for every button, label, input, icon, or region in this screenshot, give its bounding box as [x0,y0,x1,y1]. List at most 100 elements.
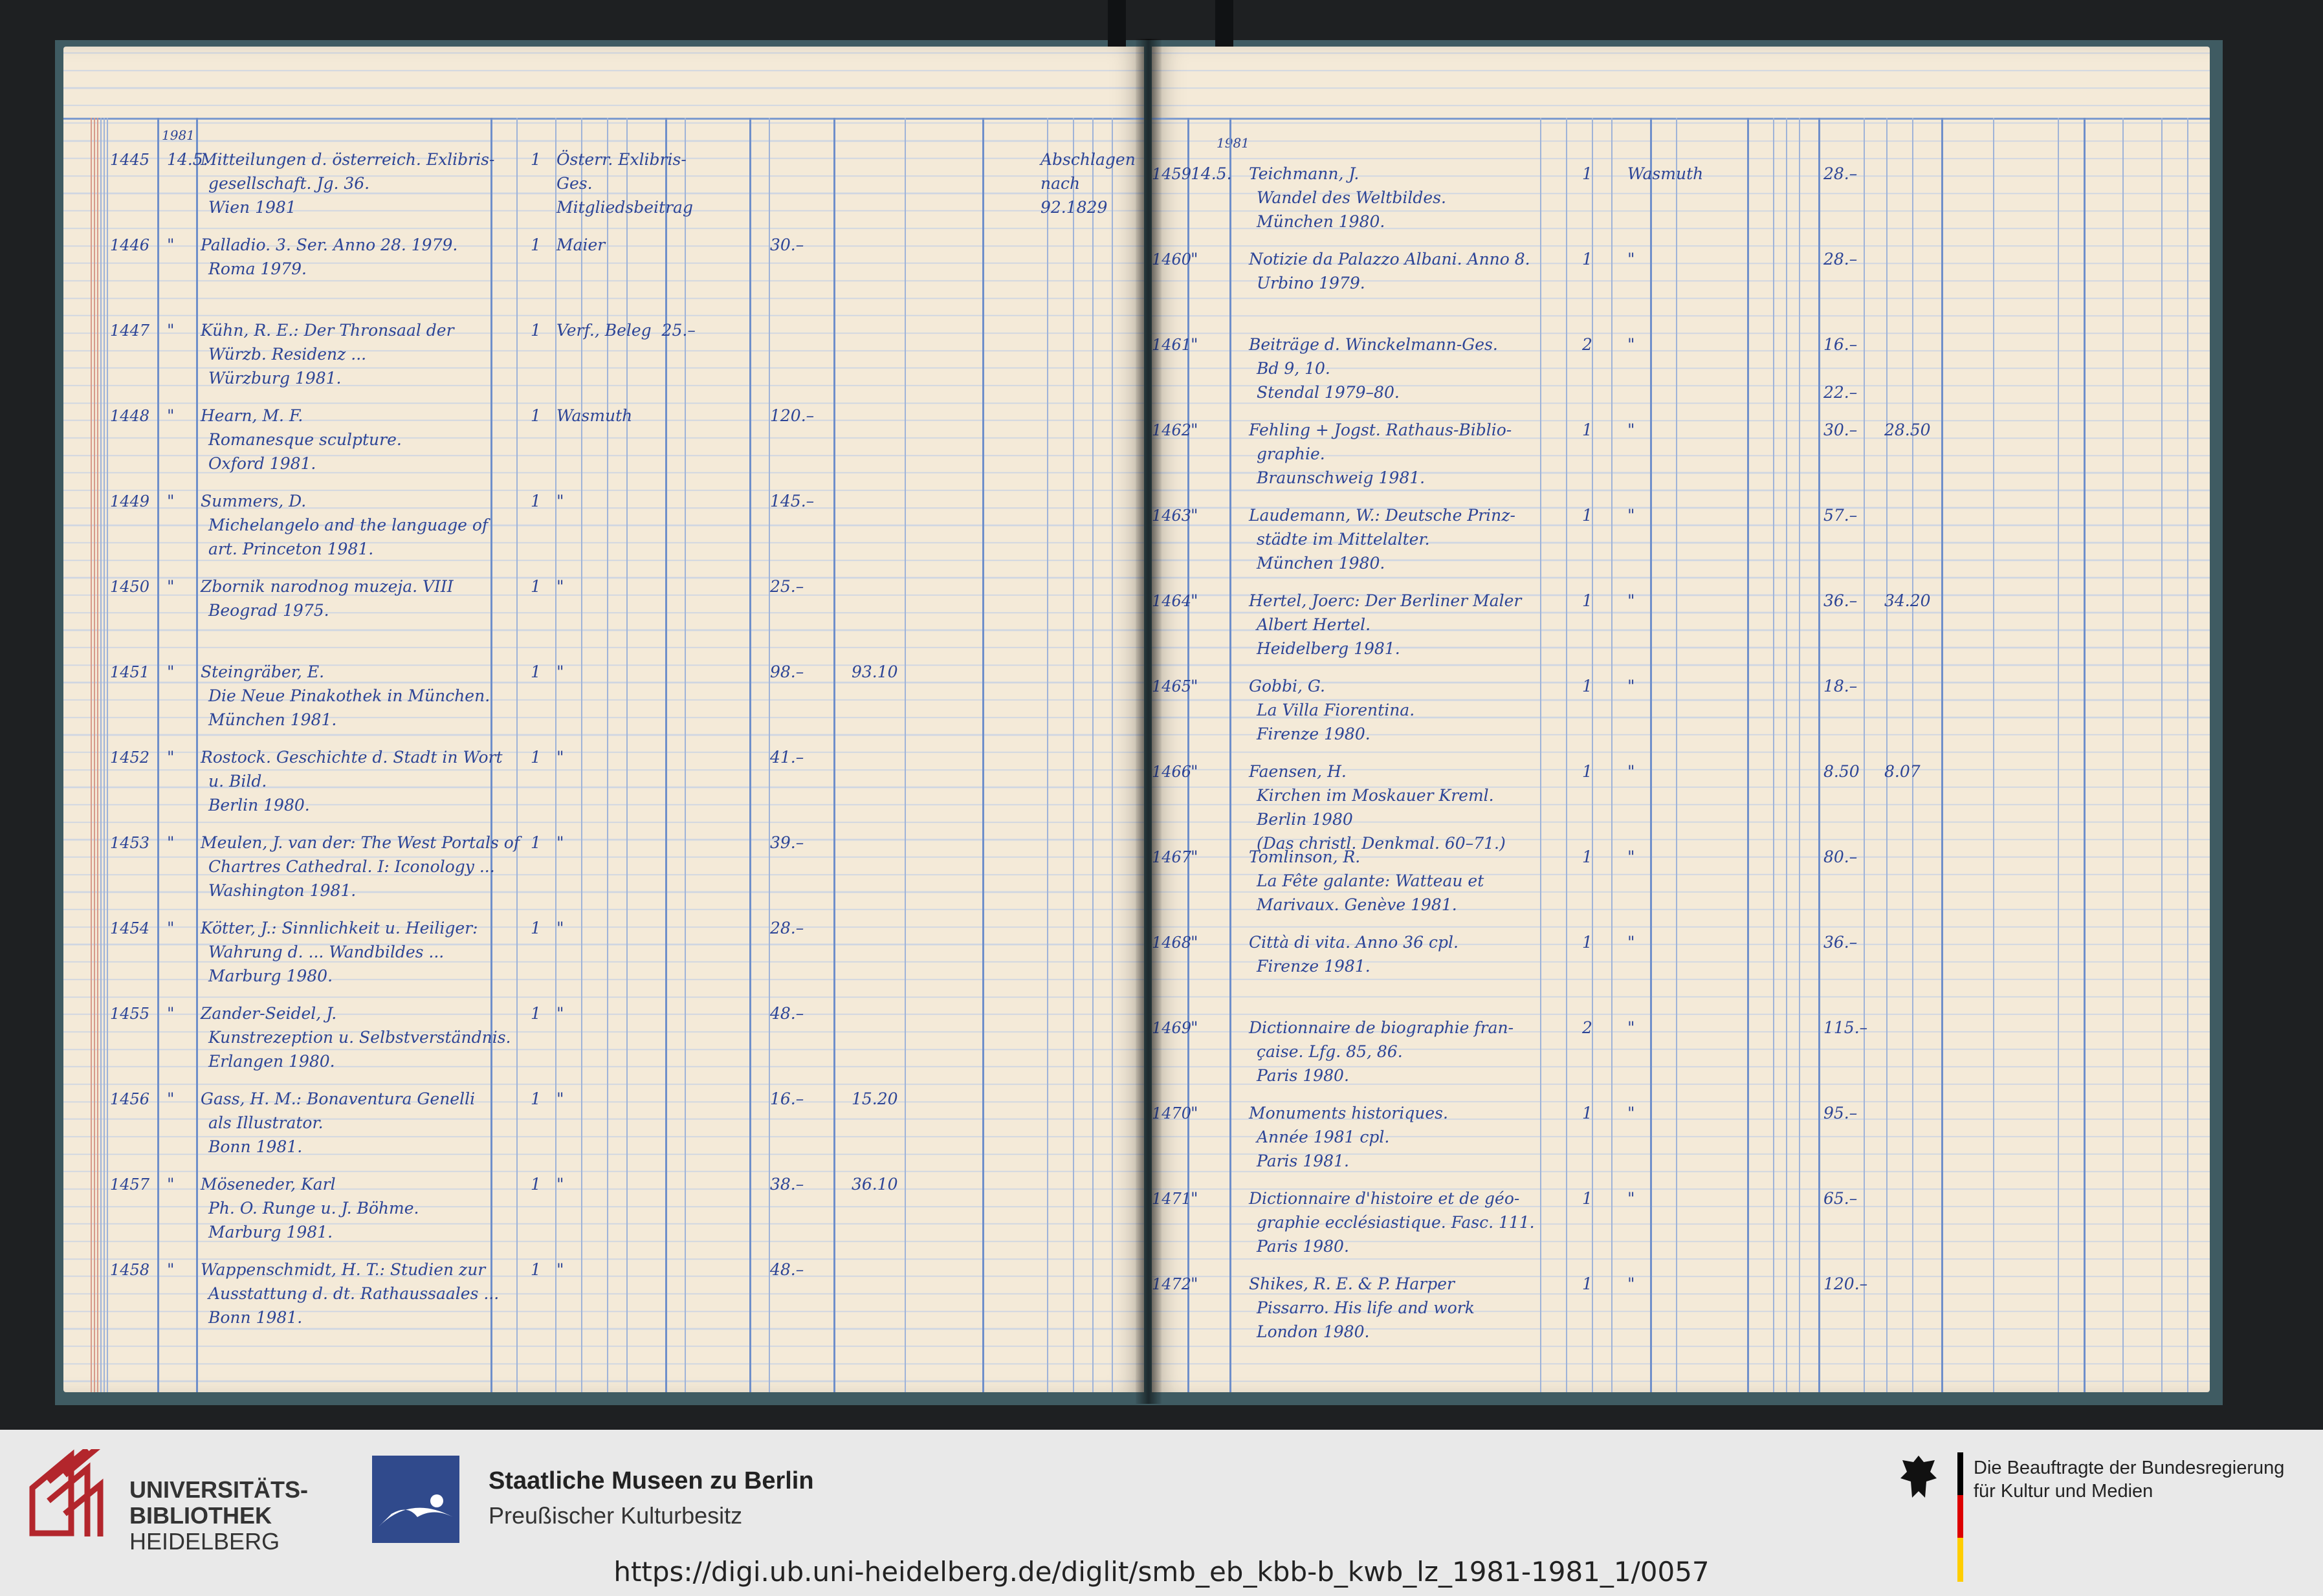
entry-title-line: Mitteilungen d. österreich. Exlibris- [201,150,495,169]
column-rule [982,118,984,1392]
footer-bar: UNIVERSITÄTS- BIBLIOTHEK HEIDELBERG Staa… [0,1430,2323,1596]
entry-title-line: Wien 1981 [208,198,296,217]
entry-net-price: 36.10 [852,1175,898,1194]
bkm-logo-line1: Die Beauftragte der Bundesregierung [1974,1458,2285,1478]
entry-quantity: 1 [531,577,541,596]
entry-title-line: München 1980. [1257,554,1385,573]
entry-quantity: 2 [1582,335,1592,354]
entry-supplier: " [1627,421,1635,439]
entry-price: 98.– [770,662,804,681]
entry-title-line: Notizie da Palazzo Albani. Anno 8. [1249,250,1530,268]
entry-date: " [167,833,175,852]
entry-title-line: Kunstrezeption u. Selbstverständnis. [208,1028,511,1047]
entry-date: " [167,235,175,254]
entry-remark: nach [1040,174,1081,193]
column-rule [626,118,628,1392]
entry-title-line: Oxford 1981. [208,454,316,473]
column-rule [833,118,835,1392]
entry-title-line: Faensen, H. [1249,762,1347,781]
entry-supplier: Mitgliedsbeitrag [556,198,693,217]
entry-date: " [167,748,175,767]
entry-supplier: " [556,748,564,767]
entry-price: 120.– [770,406,815,425]
entry-date: " [167,662,175,681]
entry-quantity: 1 [1582,1189,1592,1208]
entry-title-line: Erlangen 1980. [208,1052,335,1071]
entry-price: 41.– [770,748,804,767]
entry-title-line: Washington 1981. [208,881,357,900]
entry-title-line: Teichmann, J. [1249,164,1360,183]
entry-title-line: gesellschaft. Jg. 36. [208,174,370,193]
entry-date: " [1191,933,1198,952]
entry-title-line: Steingräber, E. [201,662,325,681]
column-rule [196,118,198,1392]
column-rule [1566,118,1567,1392]
column-rule [1092,118,1094,1392]
entry-supplier: Maier [556,235,606,254]
entry-supplier: Wasmuth [556,406,633,425]
entry-title-line: Dictionnaire d'histoire et de géo- [1249,1189,1520,1208]
column-rule [1941,118,1943,1392]
entry-quantity: 1 [1582,1104,1592,1122]
entry-title-line: Beograd 1975. [208,601,329,620]
entry-quantity: 1 [531,235,541,254]
entry-title-line: Ph. O. Runge u. J. Böhme. [208,1199,419,1218]
entry-title-line: Fehling + Jogst. Rathaus-Biblio- [1249,421,1512,439]
entry-supplier: " [556,577,564,596]
entry-title-line: Bonn 1981. [208,1137,303,1156]
entry-net-price: 34.20 [1884,591,1931,610]
entry-price: 39.– [770,833,804,852]
entry-number: 1455 [110,1005,150,1023]
entry-date: " [167,1089,175,1108]
entry-quantity: 1 [1582,677,1592,695]
entry-quantity: 2 [1582,1018,1592,1037]
entry-price: 22.– [1823,383,1858,402]
column-rule [1993,118,1994,1392]
entry-price: 25.– [770,577,804,596]
entry-supplier: " [556,919,564,937]
entry-supplier: " [1627,677,1635,695]
entry-quantity: 1 [531,919,541,937]
entry-date: " [1191,677,1198,695]
column-rule [1229,118,1231,1392]
entry-price: 28.– [1823,164,1858,183]
ub-logo-line1: UNIVERSITÄTS- [129,1476,309,1503]
source-url[interactable]: https://digi.ub.uni-heidelberg.de/diglit… [0,1556,2323,1588]
entry-supplier: " [556,492,564,510]
federal-eagle-icon [1900,1456,1937,1498]
entry-net-price: 93.10 [852,662,898,681]
column-rule [581,118,582,1392]
entry-title-line: Kötter, J.: Sinnlichkeit u. Heiliger: [201,919,478,937]
smb-logo[interactable]: Staatliche Museen zu Berlin Preußischer … [372,1456,890,1553]
entry-title-line: Würzb. Residenz ... [208,345,367,364]
entry-title-line: Stendal 1979–80. [1257,383,1400,402]
entry-quantity: 1 [1582,1274,1592,1293]
entry-title-line: Würzburg 1981. [208,369,342,388]
ub-logo-line3: HEIDELBERG [129,1528,280,1555]
entry-title-line: städte im Mittelalter. [1257,530,1430,549]
column-rule [91,118,92,1392]
entry-price: 80.– [1823,847,1858,866]
entry-title-line: München 1981. [208,710,337,729]
entry-title-line: Wappenschmidt, H. T.: Studien zur [201,1260,486,1279]
entry-title-line: çaise. Lfg. 85, 86. [1257,1042,1403,1061]
smb-logo-line2: Preußischer Kulturbesitz [489,1502,743,1529]
entry-supplier: Österr. Exlibris- [556,150,687,169]
entry-date: " [1191,847,1198,866]
entry-date: " [167,577,175,596]
ub-heidelberg-logo[interactable]: UNIVERSITÄTS- BIBLIOTHEK HEIDELBERG [19,1449,330,1555]
entry-price: 115.– [1823,1018,1868,1037]
entry-title-line: Möseneder, Karl [201,1175,336,1194]
entry-net-price: 8.07 [1884,762,1921,781]
column-rule [1747,118,1749,1392]
entry-date: " [1191,1018,1198,1037]
ledger-page-left: 1981 1445 14.5. Mitteilungen d. österreich… [63,47,1144,1392]
entry-title-line: Shikes, R. E. & P. Harper [1249,1274,1455,1293]
entry-supplier: " [1627,1274,1635,1293]
column-rule [1773,118,1774,1392]
entry-price: 48.– [770,1260,804,1279]
entry-date: " [167,406,175,425]
entry-quantity: 1 [531,1260,541,1279]
entry-title-line: Marburg 1980. [208,967,333,985]
entry-date: " [1191,1274,1198,1293]
